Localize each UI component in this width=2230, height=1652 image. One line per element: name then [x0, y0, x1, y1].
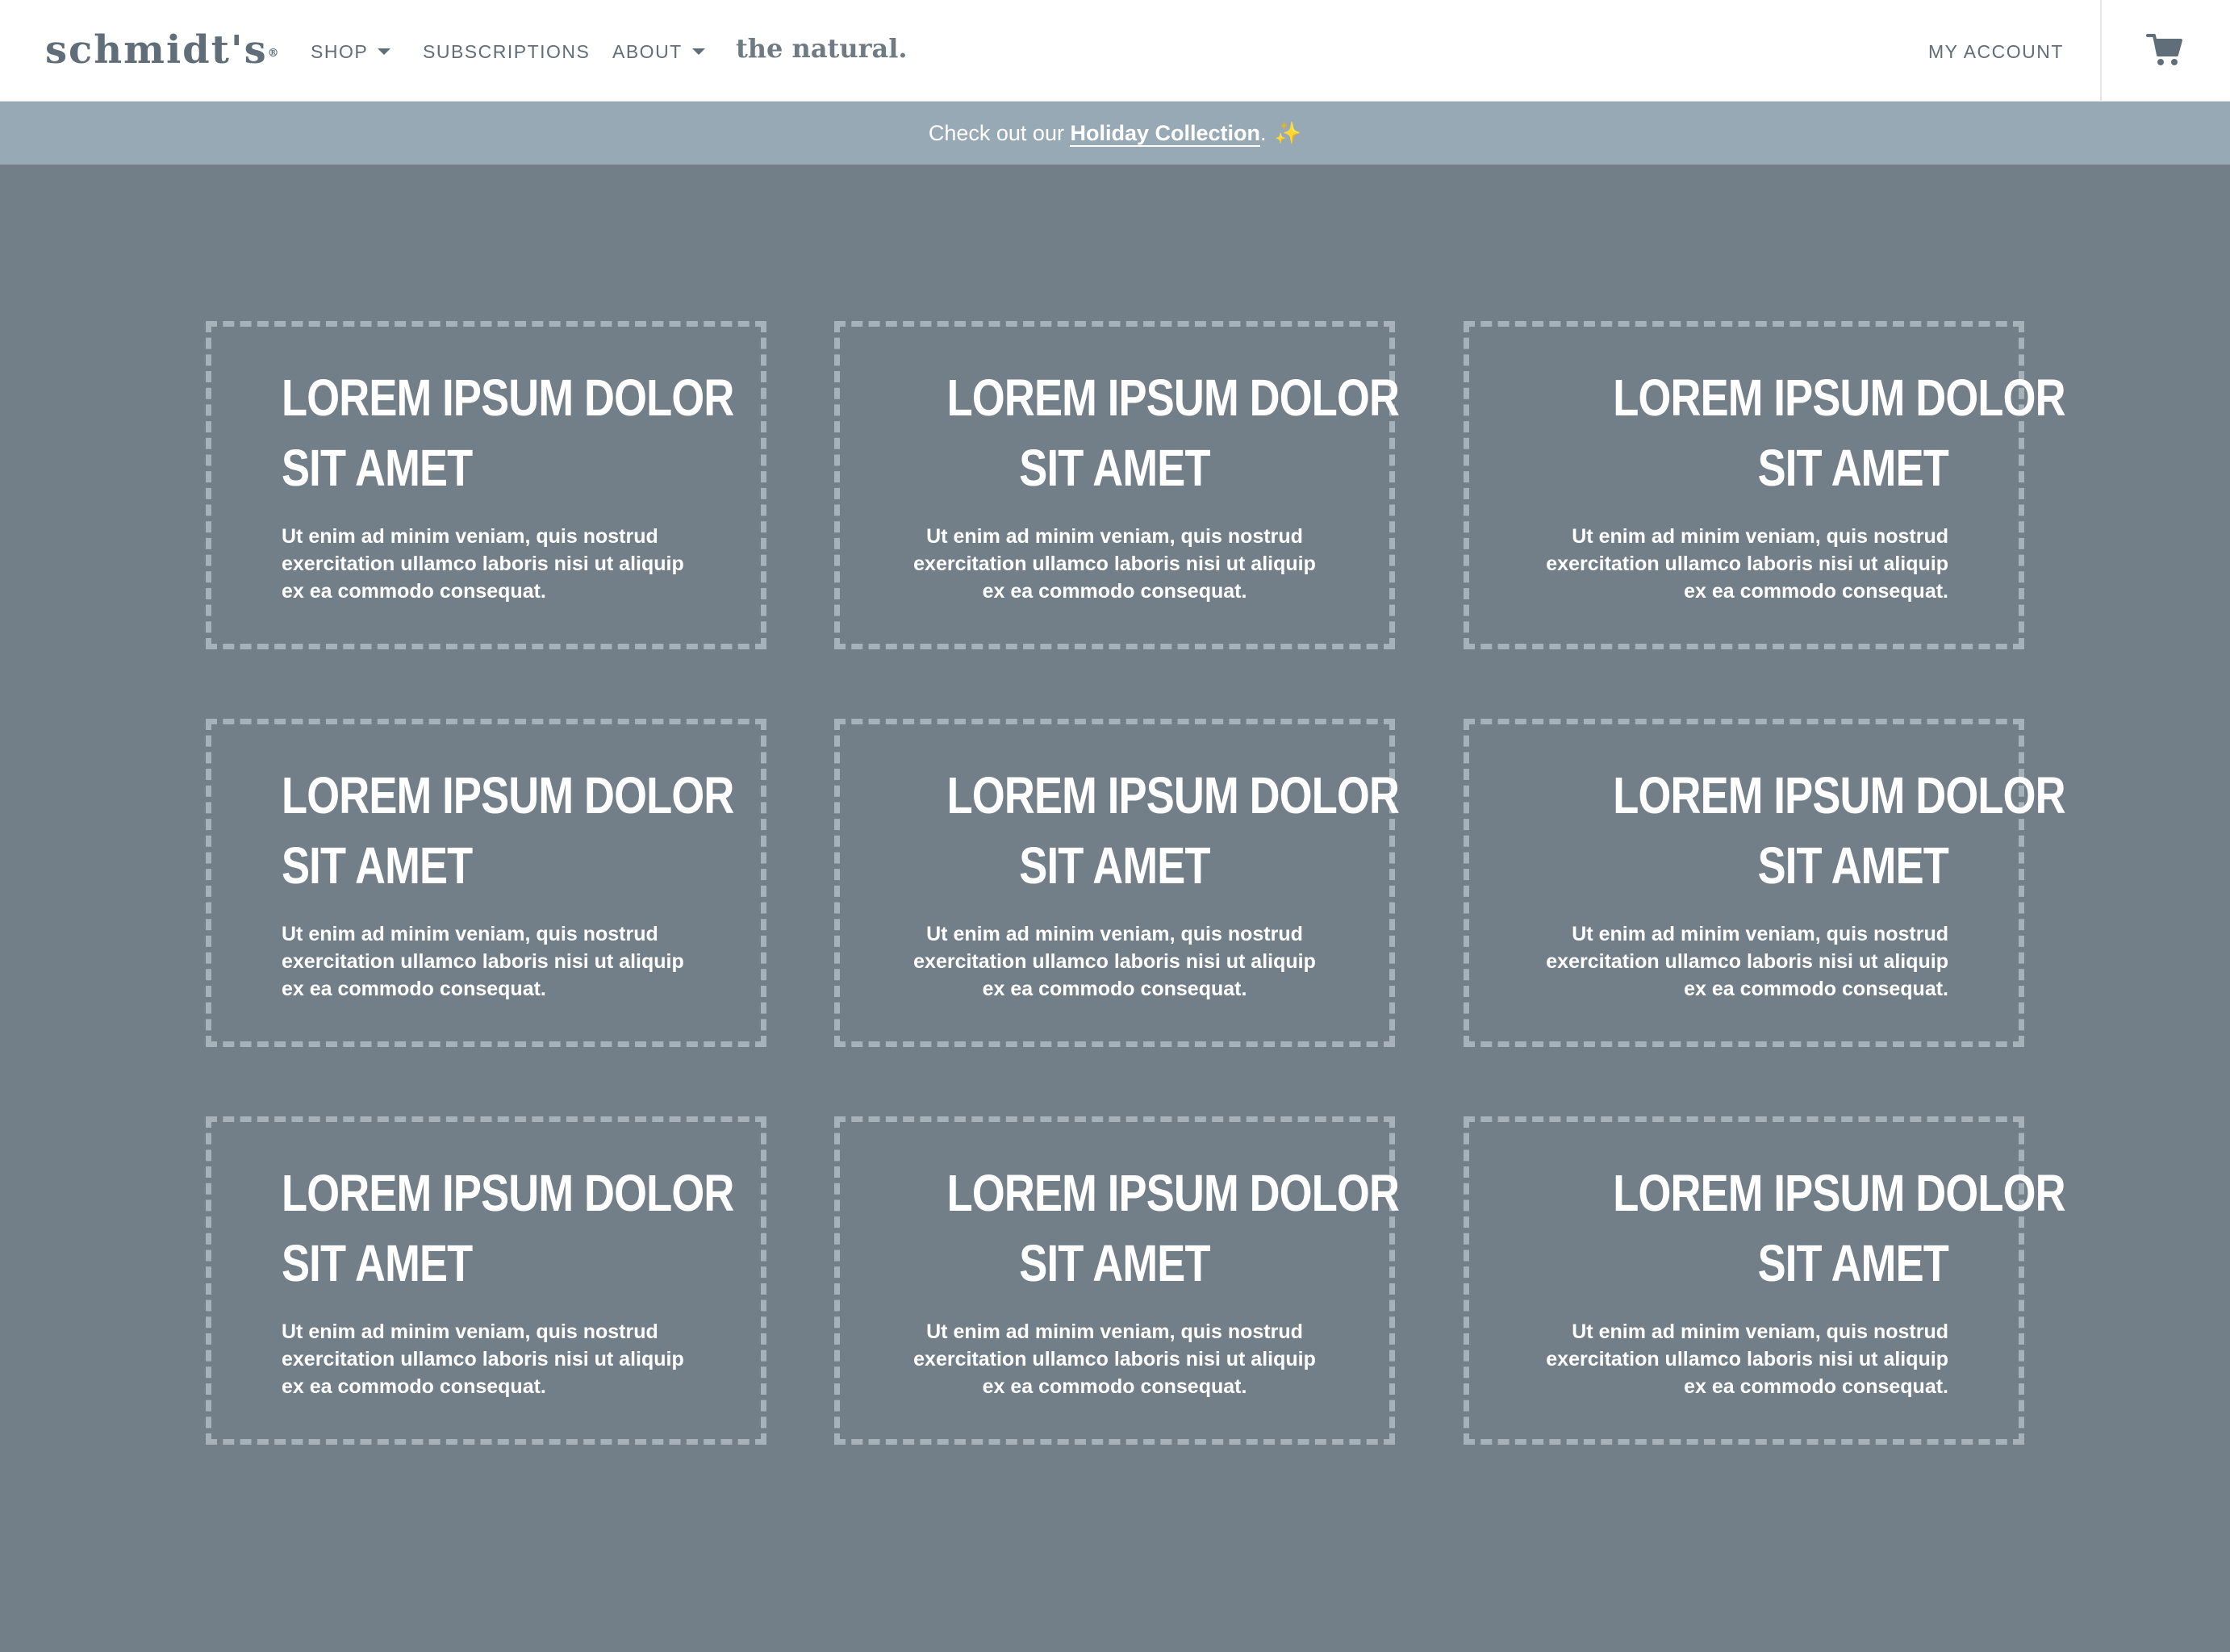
- feature-card: LOREM IPSUM DOLOR SIT AMET Ut enim ad mi…: [1464, 1116, 2065, 1445]
- shopping-cart-icon[interactable]: [2146, 31, 2183, 68]
- banner-prefix: Check out our: [928, 121, 1071, 145]
- card-title-line1: LOREM IPSUM DOLOR: [1613, 1164, 2065, 1222]
- sparkles-icon: ✨: [1274, 121, 1302, 145]
- card-title-line2: SIT AMET: [282, 836, 473, 895]
- chevron-down-icon: [378, 48, 391, 55]
- nav-subscriptions-label: SUBSCRIPTIONS: [423, 41, 591, 62]
- nav-about[interactable]: ABOUT: [612, 40, 705, 63]
- registered-mark: ®: [267, 47, 281, 60]
- feature-card: LOREM IPSUM DOLOR SIT AMET Ut enim ad mi…: [206, 1116, 766, 1445]
- nav-about-label: ABOUT: [612, 41, 683, 62]
- card-title-line2: SIT AMET: [1019, 836, 1210, 895]
- promo-banner: Check out our Holiday Collection. ✨: [0, 102, 2230, 165]
- feature-card: LOREM IPSUM DOLOR SIT AMET Ut enim ad mi…: [206, 321, 766, 649]
- card-text: Ut enim ad minim veniam, quis nostrud ex…: [913, 1320, 1316, 1398]
- card-title-line1: LOREM IPSUM DOLOR: [1613, 369, 2065, 427]
- card-text: Ut enim ad minim veniam, quis nostrud ex…: [913, 923, 1316, 1000]
- feature-grid: LOREM IPSUM DOLOR SIT AMET Ut enim ad mi…: [206, 321, 2065, 1446]
- card-text: Ut enim ad minim veniam, quis nostrud ex…: [1546, 923, 1948, 1000]
- holiday-collection-link[interactable]: Holiday Collection: [1070, 121, 1260, 147]
- chevron-down-icon: [691, 48, 705, 55]
- feature-card: LOREM IPSUM DOLOR SIT AMET Ut enim ad mi…: [206, 719, 766, 1047]
- card-text: Ut enim ad minim veniam, quis nostrud ex…: [1546, 1320, 1948, 1398]
- card-title-line2: SIT AMET: [1757, 836, 1949, 895]
- nav-shop-label: SHOP: [311, 41, 369, 62]
- feature-card: LOREM IPSUM DOLOR SIT AMET Ut enim ad mi…: [834, 1116, 1400, 1445]
- card-title-line2: SIT AMET: [282, 439, 473, 497]
- card-title-line1: LOREM IPSUM DOLOR: [282, 1164, 734, 1222]
- my-account-link[interactable]: MY ACCOUNT: [1928, 40, 2064, 63]
- nav-subscriptions[interactable]: SUBSCRIPTIONS: [423, 40, 590, 63]
- the-natural-link[interactable]: the natural.: [736, 32, 907, 65]
- promo-banner-text: Check out our Holiday Collection. ✨: [0, 119, 2230, 147]
- feature-card: LOREM IPSUM DOLOR SIT AMET Ut enim ad mi…: [1464, 719, 2065, 1047]
- card-text: Ut enim ad minim veniam, quis nostrud ex…: [1546, 525, 1948, 603]
- card-text: Ut enim ad minim veniam, quis nostrud ex…: [282, 1320, 684, 1398]
- card-title-line2: SIT AMET: [1757, 439, 1949, 497]
- card-title-line1: LOREM IPSUM DOLOR: [282, 766, 734, 824]
- feature-card: LOREM IPSUM DOLOR SIT AMET Ut enim ad mi…: [834, 719, 1400, 1047]
- card-title-line1: LOREM IPSUM DOLOR: [946, 369, 1400, 427]
- site-header: schmidt's® SHOP SUBSCRIPTIONS ABOUT the …: [0, 0, 2230, 102]
- header-divider: [2100, 0, 2102, 102]
- card-text: Ut enim ad minim veniam, quis nostrud ex…: [282, 525, 684, 603]
- feature-card: LOREM IPSUM DOLOR SIT AMET Ut enim ad mi…: [834, 321, 1400, 649]
- banner-suffix: .: [1259, 121, 1267, 145]
- card-title-line1: LOREM IPSUM DOLOR: [1613, 766, 2065, 824]
- schmidts-logo[interactable]: schmidt's®: [45, 29, 281, 71]
- nav-shop[interactable]: SHOP: [311, 40, 391, 63]
- card-text: Ut enim ad minim veniam, quis nostrud ex…: [913, 525, 1316, 603]
- card-title-line1: LOREM IPSUM DOLOR: [282, 369, 734, 427]
- card-title-line2: SIT AMET: [1019, 1234, 1210, 1292]
- card-title-line2: SIT AMET: [1757, 1234, 1949, 1292]
- card-title-line1: LOREM IPSUM DOLOR: [946, 766, 1400, 824]
- card-title-line2: SIT AMET: [282, 1234, 473, 1292]
- card-text: Ut enim ad minim veniam, quis nostrud ex…: [282, 923, 684, 1000]
- card-title-line2: SIT AMET: [1019, 439, 1210, 497]
- card-title-line1: LOREM IPSUM DOLOR: [946, 1164, 1400, 1222]
- logo-text: schmidt's: [45, 27, 268, 73]
- feature-card: LOREM IPSUM DOLOR SIT AMET Ut enim ad mi…: [1464, 321, 2065, 649]
